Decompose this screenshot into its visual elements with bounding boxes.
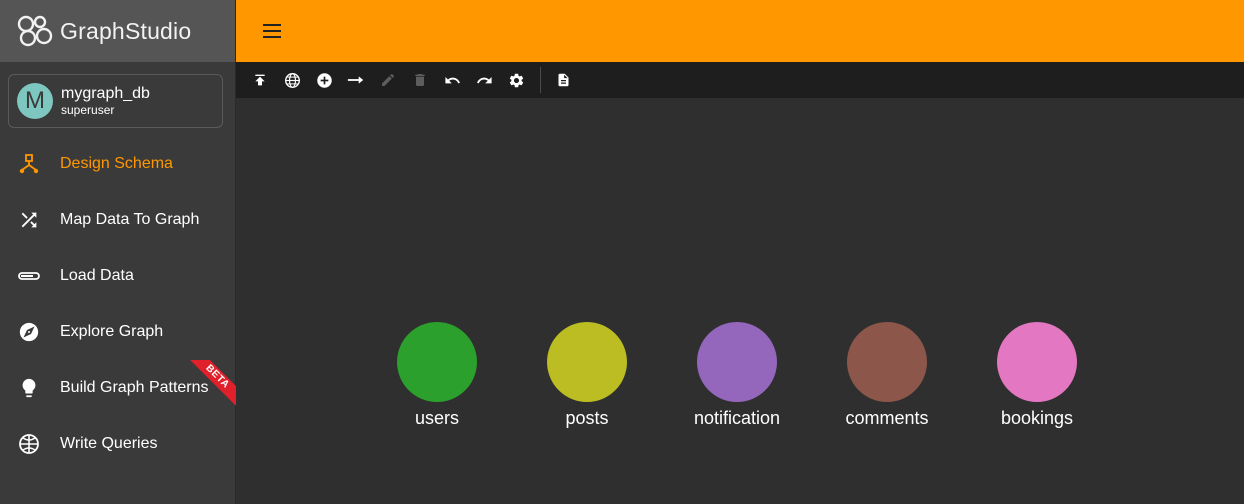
settings-button[interactable] <box>500 64 532 96</box>
sidebar-item-build-patterns[interactable]: Build Graph Patterns BETA <box>0 360 236 416</box>
shuffle-icon <box>18 209 40 231</box>
sidebar-item-label: Write Queries <box>60 435 158 452</box>
undo-button[interactable] <box>436 64 468 96</box>
vertex-label: comments <box>845 408 929 428</box>
sidebar-item-design-schema[interactable]: Design Schema <box>0 136 236 192</box>
schema-icon <box>18 153 40 175</box>
publish-button[interactable] <box>244 64 276 96</box>
add-edge-icon <box>347 76 364 84</box>
schema-canvas[interactable]: users posts notification comments bookin… <box>236 98 1244 504</box>
sidebar-item-label: Explore Graph <box>60 323 164 340</box>
load-bar-icon <box>18 265 40 287</box>
vertex-label: posts <box>565 408 609 428</box>
vertex-label: users <box>414 408 459 428</box>
graphstudio-app: GraphStudio M mygraph_db superuser Desig… <box>0 0 1244 504</box>
compass-icon <box>18 321 40 343</box>
user-info: mygraph_db superuser <box>61 85 150 117</box>
sidebar-item-label: Load Data <box>60 267 134 284</box>
sidebar-item-load-data[interactable]: Load Data <box>0 248 236 304</box>
brand-name-part1: Graph <box>60 17 125 44</box>
document-icon <box>558 73 568 87</box>
edit-button[interactable] <box>372 64 404 96</box>
vertex-label: bookings <box>1000 408 1074 428</box>
undo-icon <box>444 76 460 83</box>
brand-name: GraphStudio <box>60 18 191 45</box>
vertex-bookings[interactable]: bookings <box>977 322 1097 429</box>
sidebar-item-label: Design Schema <box>60 155 173 172</box>
redo-button[interactable] <box>468 64 500 96</box>
avatar: M <box>17 83 53 119</box>
sidebar-item-explore-graph[interactable]: Explore Graph <box>0 304 236 360</box>
publish-icon <box>255 74 265 86</box>
sidebar-item-map-data[interactable]: Map Data To Graph <box>0 192 236 248</box>
user-name: mygraph_db <box>61 85 150 102</box>
vertex-circle <box>697 322 777 402</box>
delete-icon <box>415 74 425 86</box>
vertex-circle <box>847 322 927 402</box>
brand-header[interactable]: GraphStudio <box>0 0 235 62</box>
beta-badge: BETA <box>180 360 236 416</box>
vertex-circle <box>997 322 1077 402</box>
vertex-notification[interactable]: notification <box>677 322 797 429</box>
vertex-label: notification <box>693 408 781 428</box>
sidebar-nav: Design Schema Map Data To Graph Load Dat… <box>0 136 236 472</box>
add-vertex-icon <box>316 72 332 88</box>
user-card[interactable]: M mygraph_db superuser <box>8 74 223 128</box>
edit-icon <box>382 73 395 86</box>
query-globe-icon <box>18 433 40 455</box>
lightbulb-icon <box>18 377 40 399</box>
settings-icon <box>509 73 523 87</box>
sidebar-item-label: Map Data To Graph <box>60 211 200 228</box>
redo-icon <box>476 76 492 83</box>
sidebar: GraphStudio M mygraph_db superuser Desig… <box>0 0 236 504</box>
vertex-circle <box>547 322 627 402</box>
vertex-circle <box>397 322 477 402</box>
schema-toolbar <box>236 62 1244 98</box>
vertex-comments[interactable]: comments <box>827 322 947 429</box>
vertex-users[interactable]: users <box>377 322 497 429</box>
hamburger-menu-icon[interactable] <box>260 21 284 41</box>
brand-name-part2: Studio <box>124 17 192 44</box>
graphstudio-logo-icon <box>17 15 53 47</box>
top-app-bar <box>236 0 1244 62</box>
delete-button[interactable] <box>404 64 436 96</box>
add-vertex-button[interactable] <box>308 64 340 96</box>
document-button[interactable] <box>547 64 579 96</box>
vertex-posts[interactable]: posts <box>527 322 647 429</box>
add-edge-button[interactable] <box>340 64 372 96</box>
user-role: superuser <box>61 103 115 117</box>
sidebar-item-write-queries[interactable]: Write Queries <box>0 416 236 472</box>
toolbar-divider <box>540 67 541 93</box>
global-types-button[interactable] <box>276 64 308 96</box>
globe-icon <box>284 72 300 88</box>
